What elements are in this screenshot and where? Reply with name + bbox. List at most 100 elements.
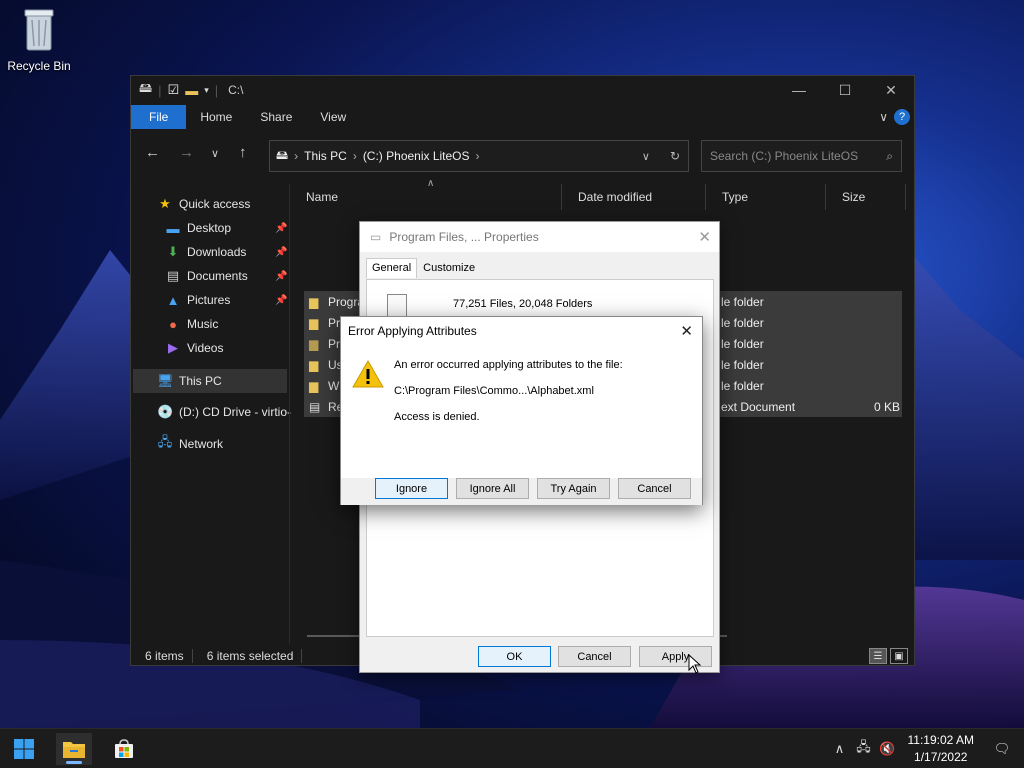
refresh-icon[interactable]: ↻	[670, 149, 680, 163]
column-header-size[interactable]: Size	[826, 184, 906, 210]
divider: |	[214, 82, 219, 98]
notifications-icon[interactable]: 🗨	[990, 741, 1014, 757]
close-button[interactable]: ✕	[868, 76, 914, 104]
file-type: le folder	[721, 294, 764, 309]
back-arrow-icon[interactable]: ←	[145, 144, 160, 161]
document-icon: ▤	[166, 268, 180, 283]
folder-icon: ▆	[309, 378, 319, 393]
sidebar-item-videos[interactable]: ▶ Videos	[165, 337, 223, 359]
taskbar-file-explorer[interactable]	[56, 733, 92, 765]
pin-icon[interactable]: 📌	[275, 247, 287, 258]
taskbar-store[interactable]	[106, 733, 142, 765]
divider: |	[158, 82, 162, 98]
sidebar-item-cd-drive[interactable]: 💿 (D:) CD Drive - virtio-	[157, 401, 291, 423]
music-icon: ●	[169, 316, 177, 332]
folder-outline-icon: ▭	[370, 230, 382, 244]
ignore-button[interactable]: Ignore	[375, 478, 448, 499]
sidebar-item-label: Downloads	[187, 245, 247, 259]
error-close-icon[interactable]: ✕	[680, 322, 693, 340]
details-view-icon[interactable]: ☰	[869, 648, 887, 664]
column-header-date-modified[interactable]: Date modified	[562, 184, 706, 210]
sidebar-item-label: Quick access	[179, 197, 251, 211]
properties-titlebar[interactable]: ▭ Program Files, ... Properties	[360, 222, 719, 252]
tab-customize[interactable]: Customize	[417, 258, 481, 278]
forward-arrow-icon[interactable]: →	[179, 144, 194, 161]
properties-close-icon[interactable]: ✕	[698, 228, 711, 246]
drive-icon: 🖴	[139, 80, 153, 95]
sidebar-item-this-pc[interactable]: 🖥 This PC	[133, 369, 287, 393]
recent-locations-icon[interactable]: ∨	[211, 147, 219, 160]
pin-icon[interactable]: 📌	[275, 223, 287, 234]
volume-muted-icon[interactable]: 🔇	[876, 741, 900, 757]
windows-logo-icon	[14, 739, 34, 759]
folder-icon: ▆	[309, 357, 319, 372]
sidebar-item-label: Documents	[187, 269, 248, 283]
sidebar-item-music[interactable]: ● Music	[165, 313, 218, 335]
expand-ribbon-icon[interactable]: ∨	[879, 110, 888, 124]
start-button[interactable]	[6, 733, 42, 765]
folder-icon: ▆	[309, 336, 319, 351]
sidebar-item-label: Music	[187, 317, 219, 331]
column-header-type[interactable]: Type	[706, 184, 826, 210]
tab-view[interactable]: View	[306, 105, 360, 129]
pin-icon[interactable]: 📌	[275, 271, 287, 282]
text-file-icon: ▤	[309, 399, 321, 414]
explorer-titlebar[interactable]: 🖴 | ☑ ▬ ▾ | C:\ — ☐ ✕	[131, 76, 914, 104]
folder-icon: ▆	[309, 315, 319, 330]
pictures-icon: ▲	[166, 292, 180, 308]
sidebar-item-network[interactable]: 🖧 Network	[157, 433, 223, 455]
star-icon: ★	[159, 196, 171, 211]
window-title: C:\	[228, 83, 244, 97]
warning-icon	[352, 359, 384, 388]
this-pc-icon: 🖥	[157, 373, 174, 388]
network-status-icon[interactable]: 🖧	[852, 738, 876, 760]
tab-share[interactable]: Share	[246, 105, 306, 129]
error-file-path: C:\Program Files\Commo...\Alphabet.xml	[394, 385, 594, 397]
sidebar-item-label: Pictures	[187, 293, 231, 307]
breadcrumb-this-pc[interactable]: This PC	[304, 149, 347, 163]
tab-file[interactable]: File	[131, 105, 187, 129]
sidebar-item-desktop[interactable]: ▬ Desktop 📌	[165, 217, 288, 239]
taskbar: ∧ 🖧 🔇 11:19:02 AM 1/17/2022 🗨	[0, 728, 1024, 768]
new-folder-icon[interactable]: ▬	[185, 83, 198, 98]
chevron-up-icon[interactable]: ∧	[828, 741, 852, 757]
large-icons-view-icon[interactable]: ▣	[890, 648, 908, 664]
try-again-button[interactable]: Try Again	[537, 478, 610, 499]
properties-title: Program Files, ... Properties	[389, 230, 539, 244]
status-selected-count: 6 items selected	[193, 649, 303, 663]
file-type: le folder	[721, 357, 764, 372]
ok-button[interactable]: OK	[478, 646, 551, 667]
ignore-all-button[interactable]: Ignore All	[456, 478, 529, 499]
sidebar-item-downloads[interactable]: ⬇ Downloads 📌	[165, 241, 288, 263]
clock-time: 11:19:02 AM	[907, 733, 975, 747]
cd-drive-icon: 💿	[157, 404, 174, 419]
sidebar-item-documents[interactable]: ▤ Documents 📌	[165, 265, 288, 287]
error-dialog: Error Applying Attributes ✕ An error occ…	[340, 316, 703, 505]
address-bar[interactable]: 🖴 › This PC › (C:) Phoenix LiteOS › ∨ ↻	[269, 140, 689, 172]
help-icon[interactable]: ?	[894, 109, 910, 125]
maximize-button[interactable]: ☐	[822, 76, 868, 104]
properties-icon[interactable]: ☑	[168, 82, 180, 98]
minimize-button[interactable]: —	[776, 76, 822, 104]
recycle-bin-desktop-icon[interactable]: Recycle Bin	[6, 6, 72, 73]
address-dropdown-icon[interactable]: ∨	[642, 150, 650, 163]
tab-general[interactable]: General	[366, 258, 418, 278]
tab-home[interactable]: Home	[186, 105, 246, 129]
up-arrow-icon[interactable]: ↑	[239, 144, 247, 161]
network-icon: 🖧	[157, 434, 173, 449]
sidebar-item-quick-access[interactable]: ★ Quick access	[157, 193, 250, 215]
quick-access-dropdown-icon[interactable]: ▾	[204, 85, 209, 96]
sidebar-item-pictures[interactable]: ▲ Pictures 📌	[165, 289, 288, 311]
error-dialog-body: An error occurred applying attributes to…	[341, 345, 702, 478]
search-input[interactable]: Search (C:) Phoenix LiteOS ⌕	[701, 140, 902, 172]
cancel-button[interactable]: Cancel	[558, 646, 631, 667]
search-icon[interactable]: ⌕	[886, 149, 893, 164]
pin-icon[interactable]: 📌	[275, 295, 287, 306]
column-header-name[interactable]: Name	[290, 184, 562, 210]
breadcrumb-drive[interactable]: (C:) Phoenix LiteOS	[363, 149, 470, 163]
taskbar-clock[interactable]: 11:19:02 AM 1/17/2022	[908, 732, 975, 766]
error-dialog-title[interactable]: Error Applying Attributes	[341, 317, 702, 345]
error-detail: Access is denied.	[394, 411, 480, 423]
breadcrumb-separator: ›	[294, 149, 299, 163]
error-cancel-button[interactable]: Cancel	[618, 478, 691, 499]
